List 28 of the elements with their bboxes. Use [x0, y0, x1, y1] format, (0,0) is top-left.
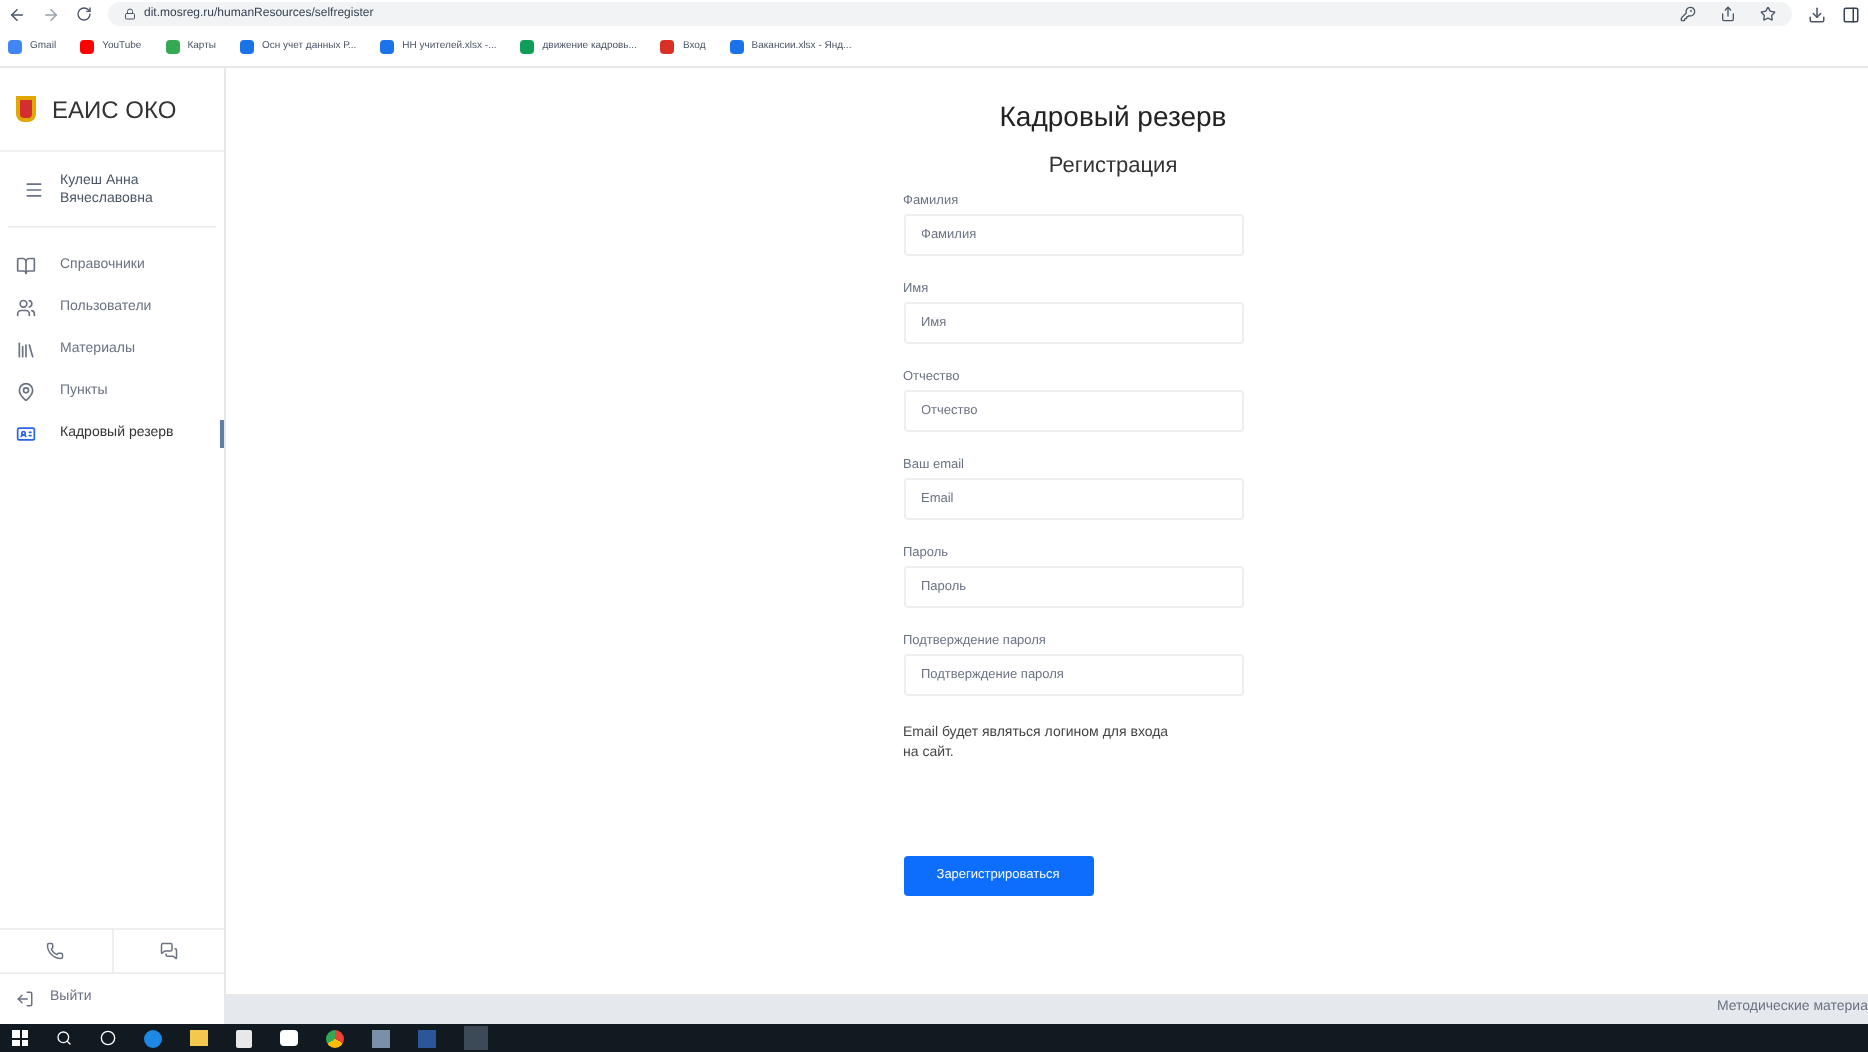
pin-icon [16, 382, 36, 402]
task-view-icon[interactable] [100, 1030, 116, 1046]
app-title: ЕАИС ОКО [52, 93, 177, 127]
page-title: Кадровый резерв [997, 98, 1229, 136]
users-icon [16, 298, 36, 318]
coat-of-arms-icon [16, 96, 36, 122]
back-icon[interactable] [8, 5, 26, 23]
logout-icon [16, 990, 34, 1008]
form-subtitle: Регистрация [1046, 152, 1180, 182]
windows-start-icon[interactable] [12, 1030, 28, 1046]
app-icon[interactable] [280, 1030, 298, 1046]
id-card-icon [16, 424, 36, 444]
share-icon[interactable] [1720, 6, 1736, 22]
star-icon[interactable] [1760, 6, 1776, 22]
chrome-icon[interactable] [326, 1029, 344, 1047]
app-icon[interactable] [372, 1029, 390, 1047]
menu-icon[interactable] [24, 179, 44, 199]
phone-icon[interactable] [46, 942, 65, 960]
book-icon [16, 256, 36, 276]
library-icon [16, 340, 36, 360]
forward-icon[interactable] [42, 5, 60, 23]
search-icon[interactable] [56, 1030, 72, 1046]
chat-icon[interactable] [159, 942, 178, 960]
key-icon[interactable] [1680, 6, 1696, 22]
reload-icon[interactable] [76, 6, 92, 22]
lock-icon [124, 8, 136, 20]
download-icon[interactable] [1808, 5, 1826, 23]
side-panel-icon[interactable] [1842, 5, 1860, 23]
